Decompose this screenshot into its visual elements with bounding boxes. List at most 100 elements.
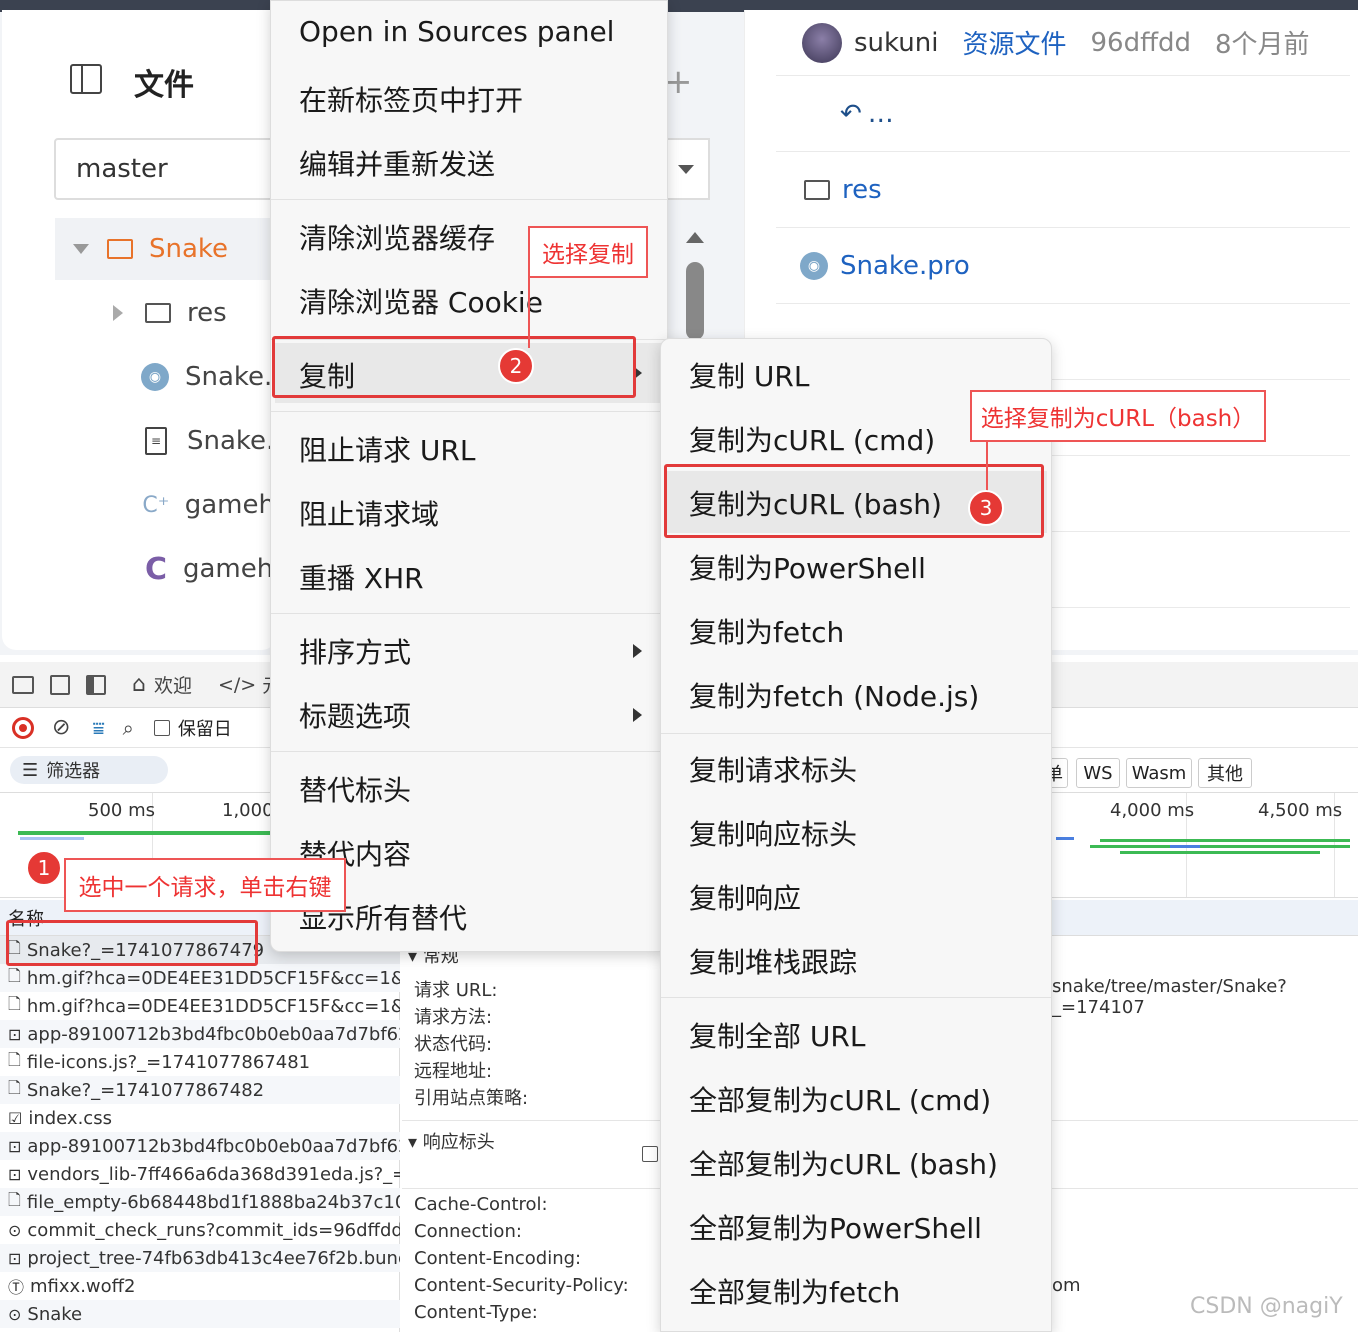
request-row[interactable]: ⊡ app-89100712b3bd4fbc0b0eb0aa7d7bf62... [0,1020,400,1048]
menu-item-block-domain[interactable]: 阻止请求域 [299,493,439,533]
device-toggle-icon[interactable] [50,674,70,695]
general-key: 请求 URL: [414,980,498,1001]
request-row[interactable]: 🗋 file_empty-6b68448bd1f1888ba24b37c10... [0,1188,400,1216]
menu-divider [661,733,1051,734]
preserve-log-label: 保留日 [177,718,232,740]
menu-divider [271,199,667,200]
timeline-tick: 500 ms [88,800,155,821]
filter-icon: ☰ [22,759,39,781]
menu-item-clear-cookies[interactable]: 清除浏览器 Cookie [299,281,543,321]
request-row[interactable]: ⊙ Snake [0,1300,400,1328]
submenu-item-copy-all-fetch[interactable]: 全部复制为fetch [689,1271,900,1311]
timeline-bar [1100,839,1350,842]
branch-select[interactable]: master [54,138,280,200]
submenu-item-copy-request-headers[interactable]: 复制请求标头 [689,749,857,789]
menu-item-edit-resend[interactable]: 编辑并重新发送 [299,143,495,183]
tree-root-label: Snake [149,234,229,264]
request-row[interactable]: ⊡ app-89100712b3bd4fbc0b0eb0aa7d7bf62... [0,1132,400,1160]
preserve-log-checkbox[interactable] [153,719,170,736]
tree-item-label: gameh [184,490,275,520]
request-row[interactable]: ⊡ project_tree-74fb63db413c4ee76f2b.bund.… [0,1244,400,1272]
file-type-icon: 🗋 [8,1049,21,1069]
file-type-icon: Ⓣ [8,1278,25,1297]
menu-item-sort-by[interactable]: 排序方式 [299,631,411,671]
add-file-icon[interactable]: + [664,62,693,102]
type-chip-other[interactable]: 其他 [1198,758,1252,788]
submenu-item-copy-curl-cmd[interactable]: 复制为cURL (cmd) [689,419,935,459]
parent-dir-row[interactable]: ↶ … [776,76,1350,152]
request-row[interactable]: 🗋 hm.gif?hca=0DE4EE31DD5CF15F&cc=1&c... [0,992,400,1020]
submenu-item-copy-response-headers[interactable]: 复制响应标头 [689,813,857,853]
menu-item-open-new-tab[interactable]: 在新标签页中打开 [299,79,523,119]
tree-item-snake-pro[interactable]: ◉ Snake. [55,346,275,408]
avatar[interactable] [802,22,842,63]
tree-root-snake[interactable]: Snake [55,218,275,280]
menu-item-block-url[interactable]: 阻止请求 URL [299,429,475,469]
last-commit-row: sukuni 资源文件 96dffdd 8个月前 [776,10,1350,76]
menu-item-header-options[interactable]: 标题选项 [299,695,411,735]
search-icon[interactable]: ⌕ [123,716,134,740]
commit-author[interactable]: sukuni [854,28,938,58]
submenu-item-copy-response[interactable]: 复制响应 [689,877,801,917]
listing-item-label: Snake.pro [840,250,970,281]
response-key: Content-Type: [414,1302,538,1323]
clear-icon[interactable]: ⊘ [52,715,70,740]
submenu-item-copy-all-curl-bash[interactable]: 全部复制为cURL (bash) [689,1143,998,1183]
timeline-bar [20,837,84,840]
inspect-icon[interactable] [12,675,34,694]
request-row[interactable]: ⊙ commit_check_runs?commit_ids=96dffdd... [0,1216,400,1244]
submenu-item-copy-all-urls[interactable]: 复制全部 URL [689,1015,865,1055]
qt-owl-icon: ◉ [800,251,828,280]
submenu-item-copy-url[interactable]: 复制 URL [689,355,809,395]
request-url-value: snake/tree/master/Snake?_=174107 [1052,976,1287,1018]
annotation-step2: 选择复制 [528,226,648,278]
tree-item-snake-file[interactable]: ≡ Snake. [55,410,275,472]
qt-owl-icon: ◉ [141,363,169,391]
submenu-item-copy-fetch[interactable]: 复制为fetch [689,611,844,651]
submenu-item-copy-stack-trace[interactable]: 复制堆栈跟踪 [689,941,857,981]
response-key: Cache-Control: [414,1194,548,1215]
record-icon[interactable] [12,716,34,739]
c-file-icon: C [144,551,168,587]
submenu-item-copy-powershell[interactable]: 复制为PowerShell [689,547,926,587]
branch-dropdown-arrow[interactable] [664,138,710,200]
listing-row-res[interactable]: res [776,152,1350,228]
commit-message-link[interactable]: 资源文件 [962,24,1066,61]
timeline-tick: 1,000 [222,800,274,821]
scroll-up-icon[interactable] [686,232,704,243]
tree-item-gameh-cpp[interactable]: C⁺ gameh [55,474,275,536]
response-headers-toggle[interactable]: ▾ 响应标头 [408,1128,495,1154]
type-chip-ws[interactable]: WS [1076,758,1120,788]
submenu-item-copy-all-powershell[interactable]: 全部复制为PowerShell [689,1207,982,1247]
tree-item-res[interactable]: res [55,282,275,344]
tab-welcome[interactable]: 欢迎 [154,671,192,698]
dock-side-icon[interactable] [86,674,106,695]
request-row[interactable]: 🗋 hm.gif?hca=0DE4EE31DD5CF15F&cc=1&c... [0,964,400,992]
request-row[interactable]: ☑ index.css [0,1104,400,1132]
raw-checkbox[interactable] [642,1146,658,1162]
filter-settings-icon[interactable]: ⩸ [92,716,104,740]
request-row[interactable]: Ⓣmfixx.woff2 [0,1272,400,1300]
menu-item-clear-cache[interactable]: 清除浏览器缓存 [299,217,495,257]
filter-input[interactable]: ☰ 筛选器 [10,756,168,784]
menu-item-replay-xhr[interactable]: 重播 XHR [299,557,424,597]
menu-item-open-in-sources[interactable]: Open in Sources panel [299,15,614,48]
listing-row-snake-pro[interactable]: ◉ Snake.pro [776,228,1350,304]
type-chip-wasm[interactable]: Wasm [1126,758,1192,788]
request-name: app-89100712b3bd4fbc0b0eb0aa7d7bf62... [27,1023,400,1045]
tree-item-gameh-c[interactable]: C gameh [55,538,275,600]
back-arrow-icon: ↶ [840,98,862,129]
response-key: Content-Encoding: [414,1248,582,1269]
scrollbar-thumb[interactable] [686,262,704,340]
request-name: Snake [27,1303,83,1325]
submenu-item-copy-fetch-node[interactable]: 复制为fetch (Node.js) [689,675,979,715]
menu-item-override-headers[interactable]: 替代标头 [299,769,411,809]
request-row[interactable]: 🗋 file-icons.js?_=1741077867481 [0,1048,400,1076]
timeline-bar [1170,845,1200,848]
commit-hash[interactable]: 96dffdd [1090,28,1191,58]
general-key: 远程地址: [414,1061,493,1082]
sidebar-toggle-icon[interactable] [70,64,102,94]
request-row[interactable]: ⊡ vendors_lib-7ff466a6da368d391eda.js?_=.… [0,1160,400,1188]
submenu-item-copy-all-curl-cmd[interactable]: 全部复制为cURL (cmd) [689,1079,991,1119]
request-row[interactable]: 🗋 Snake?_=1741077867482 [0,1076,400,1104]
